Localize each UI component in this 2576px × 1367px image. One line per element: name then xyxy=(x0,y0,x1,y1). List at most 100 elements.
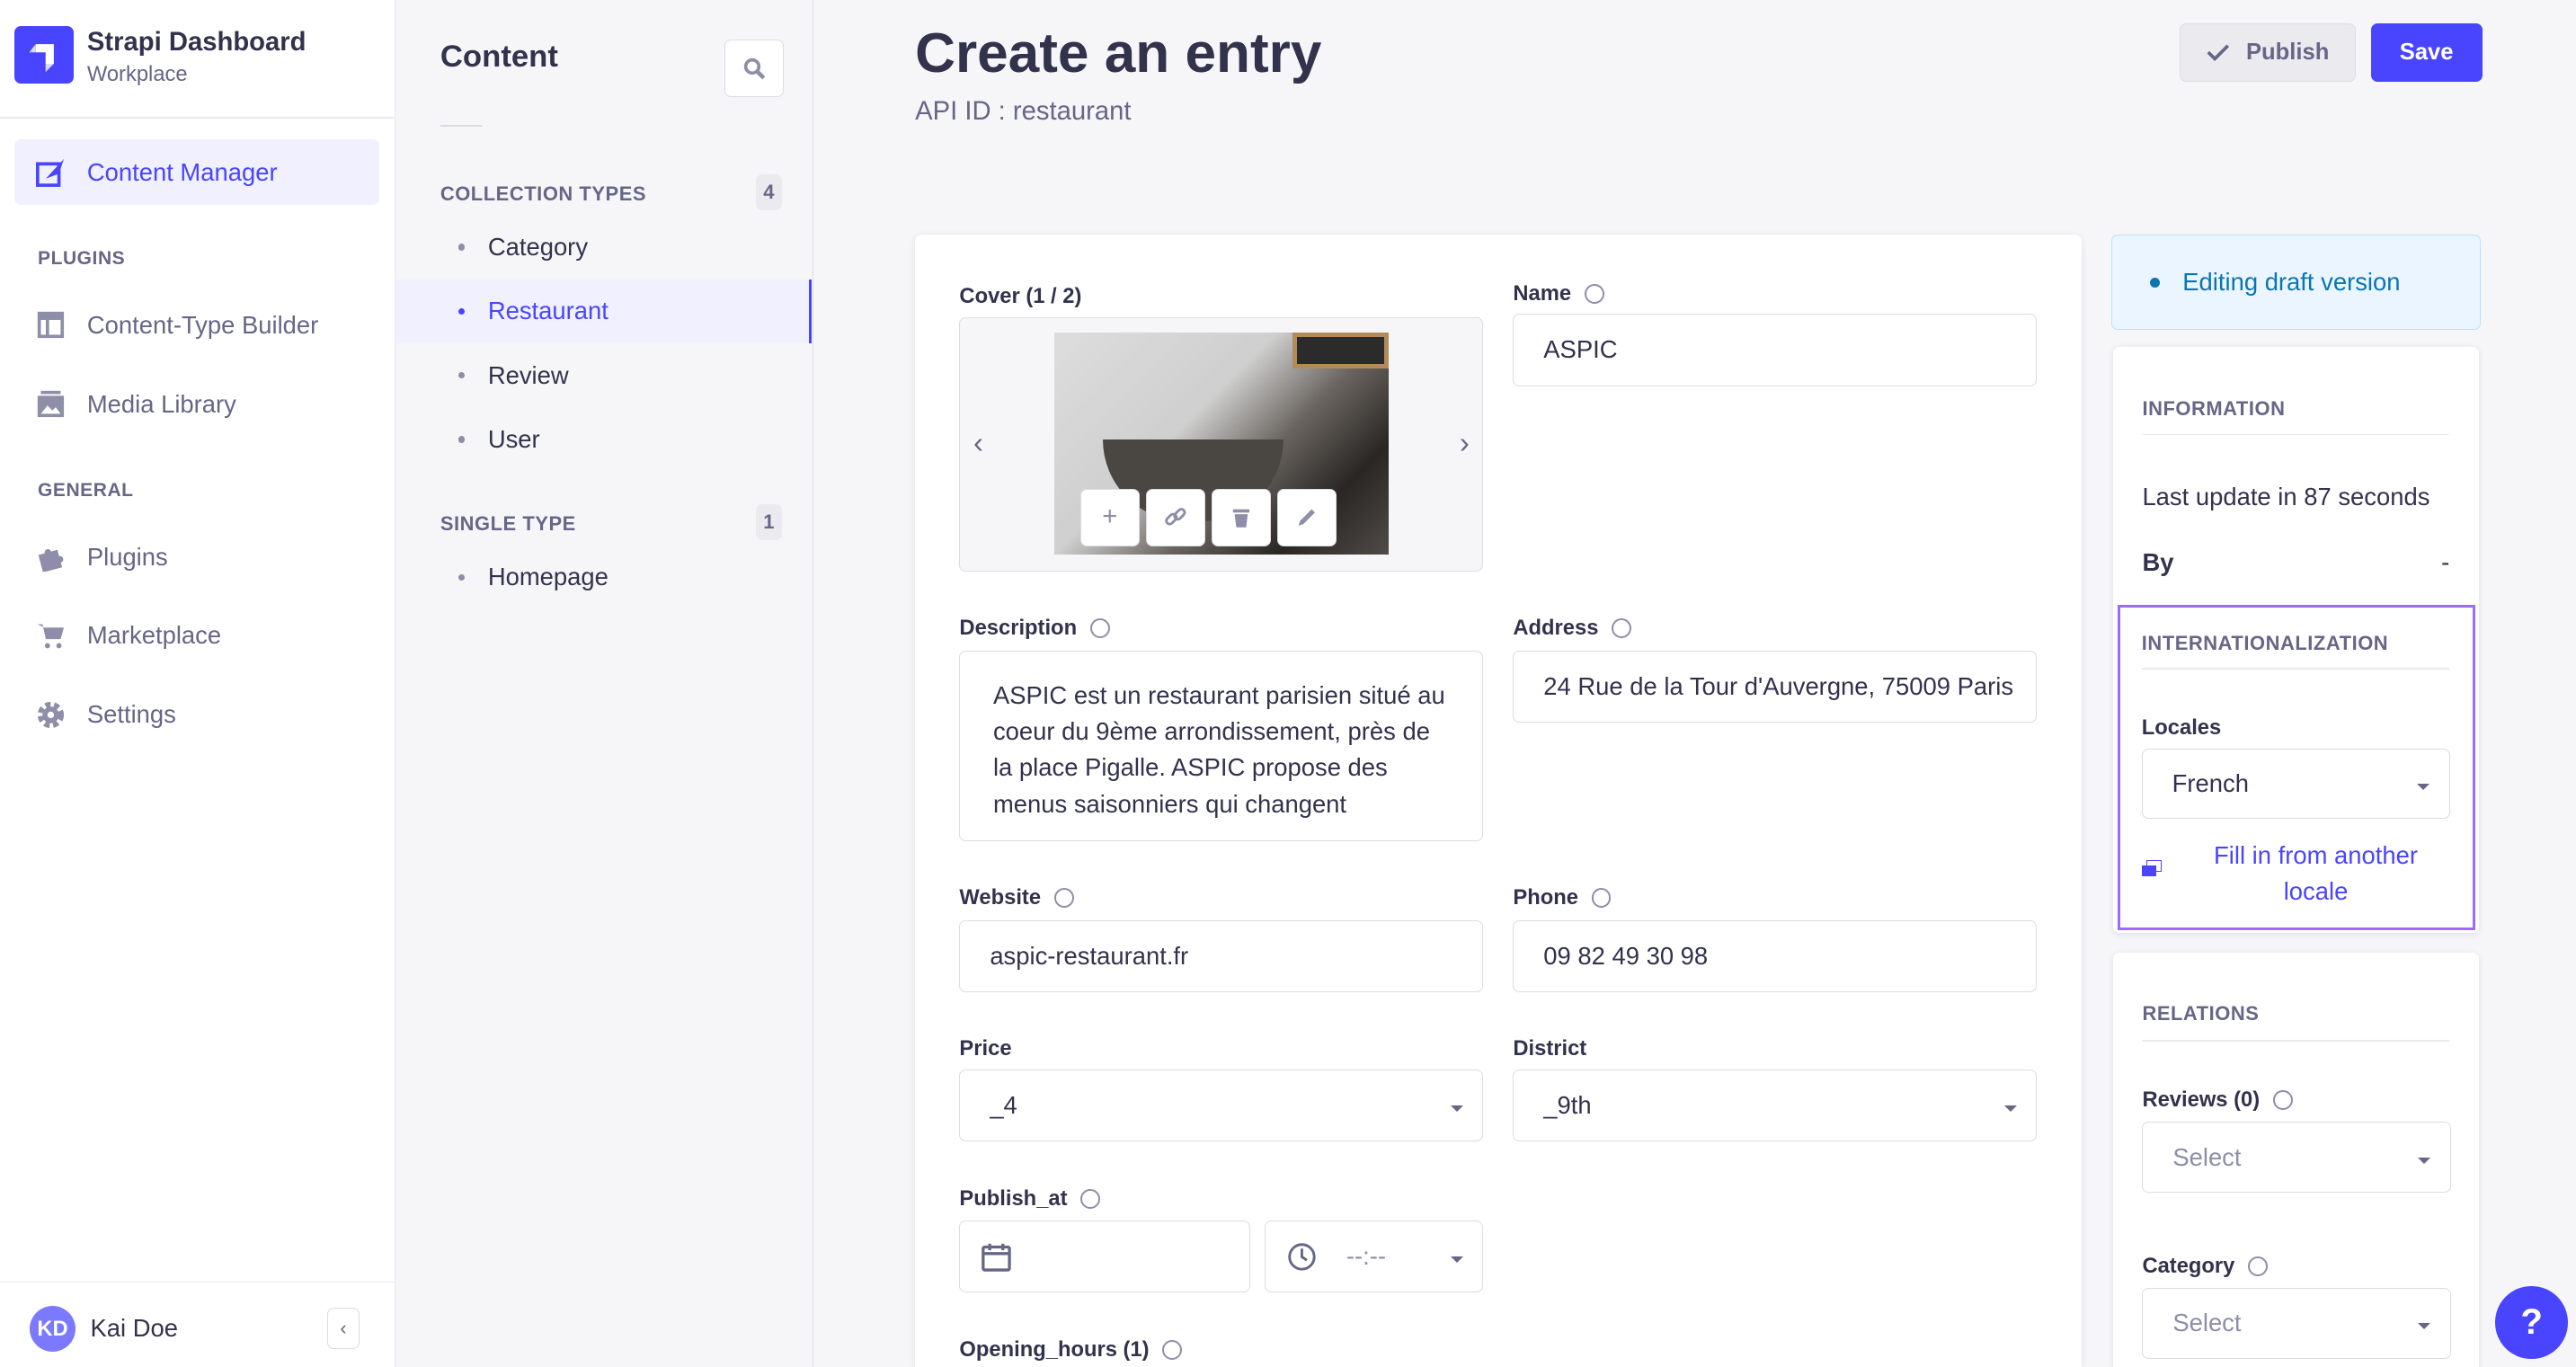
delete-media-button[interactable] xyxy=(1212,488,1271,546)
phone-label-text: Phone xyxy=(1513,885,1578,910)
help-button[interactable]: ? xyxy=(2495,1286,2568,1359)
description-label: Description xyxy=(959,616,1110,641)
search-icon xyxy=(743,58,766,80)
date-input[interactable] xyxy=(959,1221,1250,1293)
globe-icon xyxy=(1612,618,1631,639)
price-value: _4 xyxy=(990,1091,1017,1120)
publish-at-label: Publish_at xyxy=(959,1186,1101,1212)
gear-icon xyxy=(34,698,67,732)
nav-settings[interactable]: Settings xyxy=(14,682,379,748)
category-placeholder: Select xyxy=(2172,1309,2242,1337)
cover-image: + xyxy=(1053,333,1390,555)
nav-plugins[interactable]: Plugins xyxy=(14,524,379,590)
nav-media-library[interactable]: Media Library xyxy=(14,371,379,437)
time-placeholder: --:-- xyxy=(1346,1242,1387,1271)
page-title: Create an entry xyxy=(915,22,1322,84)
name-label-text: Name xyxy=(1513,280,1572,306)
subnav-item-review[interactable]: Review xyxy=(395,343,811,407)
globe-icon xyxy=(1162,1339,1183,1360)
relations-header: RELATIONS xyxy=(2142,1001,2260,1025)
subnav-title: Content xyxy=(440,39,558,74)
clock-icon xyxy=(1288,1243,1316,1271)
district-select[interactable]: _9th xyxy=(1513,1069,2038,1142)
nav-label: Settings xyxy=(86,700,176,729)
search-button[interactable] xyxy=(724,39,784,97)
address-input[interactable]: 24 Rue de la Tour d'Auvergne, 75009 Pari… xyxy=(1513,650,2038,723)
caret-down-icon xyxy=(2003,1105,2017,1112)
avatar[interactable]: KD xyxy=(29,1306,76,1353)
check-icon xyxy=(2207,44,2230,61)
subnav-item-category[interactable]: Category xyxy=(395,215,811,279)
subnav-item-homepage[interactable]: Homepage xyxy=(395,546,811,609)
divider xyxy=(0,1281,395,1283)
chevron-left-icon: ‹ xyxy=(340,1316,347,1339)
cover-media-carousel[interactable]: ‹ › + xyxy=(959,316,1484,573)
website-label-text: Website xyxy=(959,885,1042,910)
edit-media-button[interactable] xyxy=(1277,488,1337,546)
phone-input[interactable]: 09 82 49 30 98 xyxy=(1513,919,2038,992)
copy-icon xyxy=(2141,860,2162,877)
nav-content-manager[interactable]: Content Manager xyxy=(14,139,380,206)
draft-status-banner: Editing draft version xyxy=(2110,235,2481,331)
internationalization-section: INTERNATIONALIZATION Locales French Fill… xyxy=(2118,604,2476,930)
locale-select[interactable]: French xyxy=(2141,748,2451,820)
single-count-badge: 1 xyxy=(755,504,782,541)
category-label-text: Category xyxy=(2142,1253,2235,1278)
save-button[interactable]: Save xyxy=(2370,22,2483,83)
information-header: INFORMATION xyxy=(2142,397,2286,421)
price-label: Price xyxy=(959,1036,1012,1061)
collapse-sidebar-button[interactable]: ‹ xyxy=(326,1307,360,1349)
link-icon xyxy=(1165,508,1186,526)
copy-link-button[interactable] xyxy=(1145,488,1205,546)
layout-icon xyxy=(34,309,67,342)
nav-marketplace[interactable]: Marketplace xyxy=(14,603,379,669)
single-type-header: SINGLE TYPE xyxy=(440,512,576,536)
price-select[interactable]: _4 xyxy=(959,1069,1484,1142)
name-label: Name xyxy=(1513,280,1604,306)
description-textarea[interactable]: ASPIC est un restaurant parisien situé a… xyxy=(959,650,1484,841)
website-input[interactable]: aspic-restaurant.fr xyxy=(959,919,1484,992)
globe-icon xyxy=(1080,1188,1101,1209)
divider xyxy=(2141,668,2449,670)
globe-icon xyxy=(1089,618,1110,639)
reviews-label-text: Reviews (0) xyxy=(2142,1087,2261,1112)
chevron-left-icon[interactable]: ‹ xyxy=(973,426,983,460)
subnav-item-restaurant[interactable]: Restaurant xyxy=(395,279,812,343)
relations-card: RELATIONS Reviews (0) Select Category Se… xyxy=(2112,953,2480,1367)
plugins-header: PLUGINS xyxy=(38,247,126,269)
media-toolbar: + xyxy=(1079,488,1337,546)
category-select[interactable]: Select xyxy=(2142,1287,2452,1359)
divider xyxy=(2142,433,2450,436)
publish-label: Publish xyxy=(2246,39,2330,65)
fill-from-locale-link[interactable]: Fill in from another locale xyxy=(2186,838,2446,910)
address-label: Address xyxy=(1513,616,1631,641)
name-input[interactable]: ASPIC xyxy=(1513,314,2038,386)
district-label: District xyxy=(1513,1036,1587,1061)
locale-value: French xyxy=(2172,769,2249,798)
globe-icon xyxy=(2247,1256,2268,1276)
user-name[interactable]: Kai Doe xyxy=(91,1314,179,1343)
subnav-item-user[interactable]: User xyxy=(395,407,811,471)
add-media-button[interactable]: + xyxy=(1079,488,1140,546)
globe-icon xyxy=(1584,283,1604,304)
nav-content-type-builder[interactable]: Content-Type Builder xyxy=(14,292,379,358)
collection-types-header: COLLECTION TYPES xyxy=(440,182,647,205)
i18n-header: INTERNATIONALIZATION xyxy=(2141,632,2389,655)
chalkboard xyxy=(1292,333,1390,369)
globe-icon xyxy=(2272,1090,2293,1110)
caret-down-icon xyxy=(2417,784,2430,790)
strapi-logo xyxy=(14,26,75,84)
feather-icon xyxy=(34,156,67,190)
globe-icon xyxy=(1053,888,1074,909)
main-sidebar: Strapi Dashboard Workplace Content Manag… xyxy=(0,0,396,1367)
collection-count-badge: 4 xyxy=(755,173,782,210)
publish-button[interactable]: Publish xyxy=(2180,22,2357,83)
globe-icon xyxy=(1591,888,1612,909)
divider xyxy=(0,116,395,119)
reviews-select[interactable]: Select xyxy=(2142,1122,2452,1193)
pencil-icon xyxy=(1298,509,1316,526)
reviews-label: Reviews (0) xyxy=(2142,1087,2293,1113)
brand-title: Strapi Dashboard xyxy=(86,28,306,58)
chevron-right-icon[interactable]: › xyxy=(1460,426,1470,460)
time-select[interactable]: --:-- xyxy=(1265,1221,1484,1293)
